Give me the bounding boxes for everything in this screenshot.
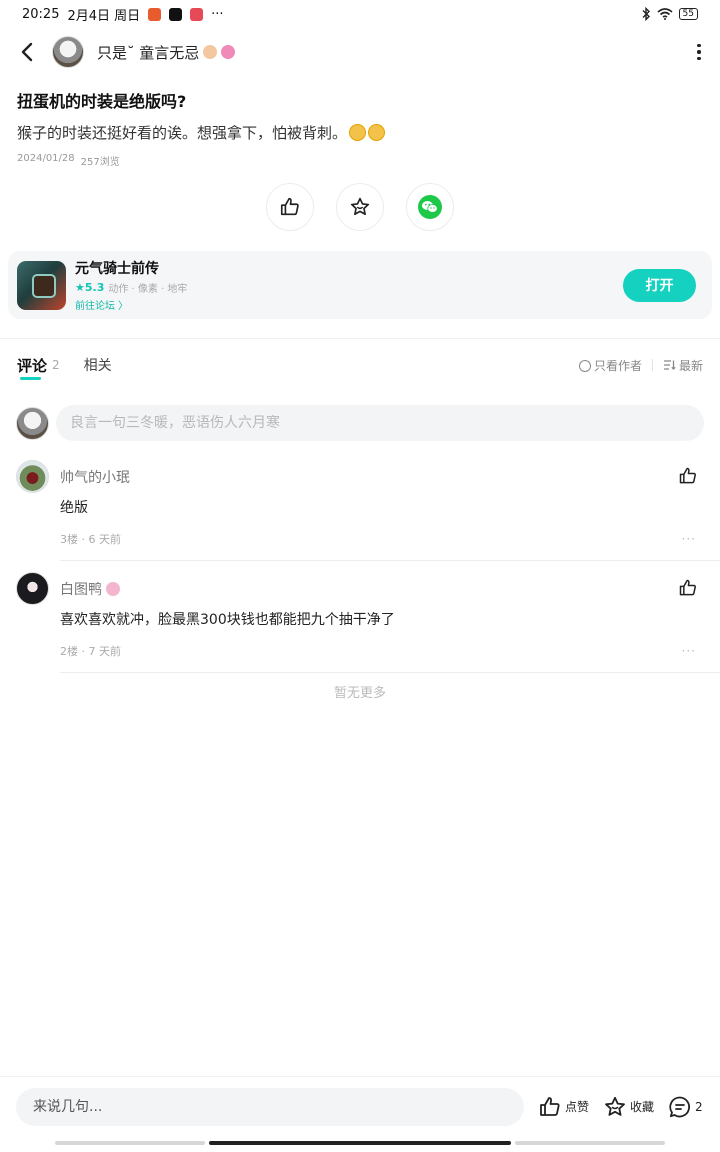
bottom-like-label: 点赞 [565,1100,590,1114]
back-button[interactable] [16,41,38,63]
bluetooth-icon [642,7,650,21]
bottom-bar: 点赞 收藏 2 [0,1076,720,1136]
comment-text: 喜欢喜欢就冲，脸最黑300块钱也都能把九个抽干净了 [60,612,395,628]
commenter-name[interactable]: 帅气的小珉 [60,467,130,487]
sort-icon [663,360,676,370]
comment-filters: 只看作者 最新 [578,357,703,374]
tab-comments[interactable]: 评论 [17,355,47,380]
sort-toggle[interactable]: 最新 [663,357,703,374]
no-more-label: 暂无更多 [333,686,386,701]
comment-more-button[interactable]: ··· [682,532,696,546]
game-subinfo: ★5.3 动作 · 像素 · 地牢 [75,280,187,295]
gesture-bar [0,1140,720,1146]
bottom-comment-input[interactable] [16,1087,524,1126]
comment-item: 帅气的小珉 绝版 3楼 · 6 天前 ··· [16,460,720,562]
comment-like-button[interactable] [678,578,698,598]
post-meta: 2024/01/28 257浏览 [17,153,707,168]
gesture-segment [55,1141,205,1145]
comment-like-button[interactable] [678,466,698,486]
author-only-label: 只看作者 [593,358,642,373]
emoji-icon [349,124,367,141]
bottom-comment-button[interactable]: 2 [668,1095,703,1119]
wechat-share-button[interactable] [406,183,454,231]
thumbs-up-icon [679,467,696,484]
post-title: 扭蛋机的时装是绝版吗? [17,92,187,111]
comment-more-button[interactable]: ··· [682,644,696,658]
post-actions [0,183,720,231]
filter-separator [651,359,653,371]
thumbs-up-icon [540,1096,560,1116]
comment-tabs: 评论 2 相关 只看作者 最新 [0,350,720,380]
star-icon [350,197,370,216]
comment-divider [60,560,720,561]
battery-indicator: 55 [678,8,698,20]
commenter-name-text: 帅气的小珉 [60,470,130,486]
tab-related[interactable]: 相关 [84,355,112,375]
gesture-segment [515,1141,665,1145]
wechat-icon [418,195,442,219]
gesture-handle[interactable] [209,1141,511,1145]
bottom-collect-label: 收藏 [630,1100,655,1114]
author-name-group[interactable]: 只是˘ 童言无忌 [97,42,236,63]
comment-input[interactable] [56,405,704,441]
post-content: 扭蛋机的时装是绝版吗? 猴子的时装还挺好看的诶。想强拿下，怕被背刺。 2024/… [17,88,707,168]
wifi-icon [657,8,673,20]
level-badge-icon [203,45,218,59]
comment-divider [60,672,720,673]
post-body-text: 猴子的时装还挺好看的诶。想强拿下，怕被背刺。 [17,124,348,142]
my-avatar [16,406,49,440]
author-only-toggle[interactable]: 只看作者 [578,357,642,374]
status-time: 20:25 [22,6,60,22]
post-views: 257浏览 [80,157,120,168]
tab-comments-count: 2 [52,358,60,372]
author-name: 只是˘ 童言无忌 [97,43,200,62]
status-date: 2月4日 周日 [67,8,141,24]
comment-icon [669,1096,691,1117]
thumbs-up-icon [280,197,299,216]
back-arrow-icon [21,42,33,62]
post-header: 只是˘ 童言无忌 [0,32,720,72]
radio-icon [578,359,591,372]
status-bar: 20:25 2月4日 周日 ··· 55 [0,0,720,28]
comment-text: 绝版 [60,500,88,516]
more-vertical-icon [697,43,701,48]
bottom-comment-count: 2 [695,1099,703,1114]
post-body: 猴子的时装还挺好看的诶。想强拿下，怕被背刺。 [17,122,707,143]
sort-label: 最新 [678,358,703,373]
game-rating: ★5.3 [75,281,105,294]
rank-badge-icon [221,45,236,59]
game-info: 元气骑士前传 ★5.3 动作 · 像素 · 地牢 前往论坛 〉 [75,258,187,312]
more-options-button[interactable] [694,42,704,62]
commenter-avatar[interactable] [16,572,49,605]
bottom-like-button[interactable]: 点赞 [538,1095,589,1119]
status-more: ··· [211,6,224,22]
commenter-name-text: 白图鸭 [60,582,102,598]
like-button[interactable] [266,183,314,231]
game-name: 元气骑士前传 [75,261,159,277]
comment-input-row [16,405,704,441]
comment-item: 白图鸭 喜欢喜欢就冲，脸最黑300块钱也都能把九个抽干净了 2楼 · 7 天前 … [16,572,720,674]
game-tags: 动作 · 像素 · 地牢 [108,284,188,295]
section-divider [0,338,720,339]
bottom-collect-button[interactable]: 收藏 [603,1095,654,1119]
app-notification-icon [190,7,204,21]
commenter-name[interactable]: 白图鸭 [60,579,120,599]
comment-meta: 3楼 · 6 天前 [60,533,121,546]
game-app-icon [17,260,66,310]
post-date: 2024/01/28 [17,153,75,164]
commenter-avatar[interactable] [16,460,49,493]
game-card[interactable]: 元气骑士前传 ★5.3 动作 · 像素 · 地牢 前往论坛 〉 打开 [8,251,712,319]
emoji-icon [368,124,386,141]
forum-link[interactable]: 前往论坛 〉 [75,297,187,312]
open-game-button[interactable]: 打开 [623,268,696,302]
collect-button[interactable] [336,183,384,231]
tiktok-icon [169,7,183,21]
star-icon [605,1096,625,1116]
author-avatar[interactable] [52,36,84,68]
thumbs-up-icon [679,579,696,596]
commenter-badge-icon [106,582,120,596]
app-notification-icon [148,7,162,21]
comment-meta: 2楼 · 7 天前 [60,645,121,658]
